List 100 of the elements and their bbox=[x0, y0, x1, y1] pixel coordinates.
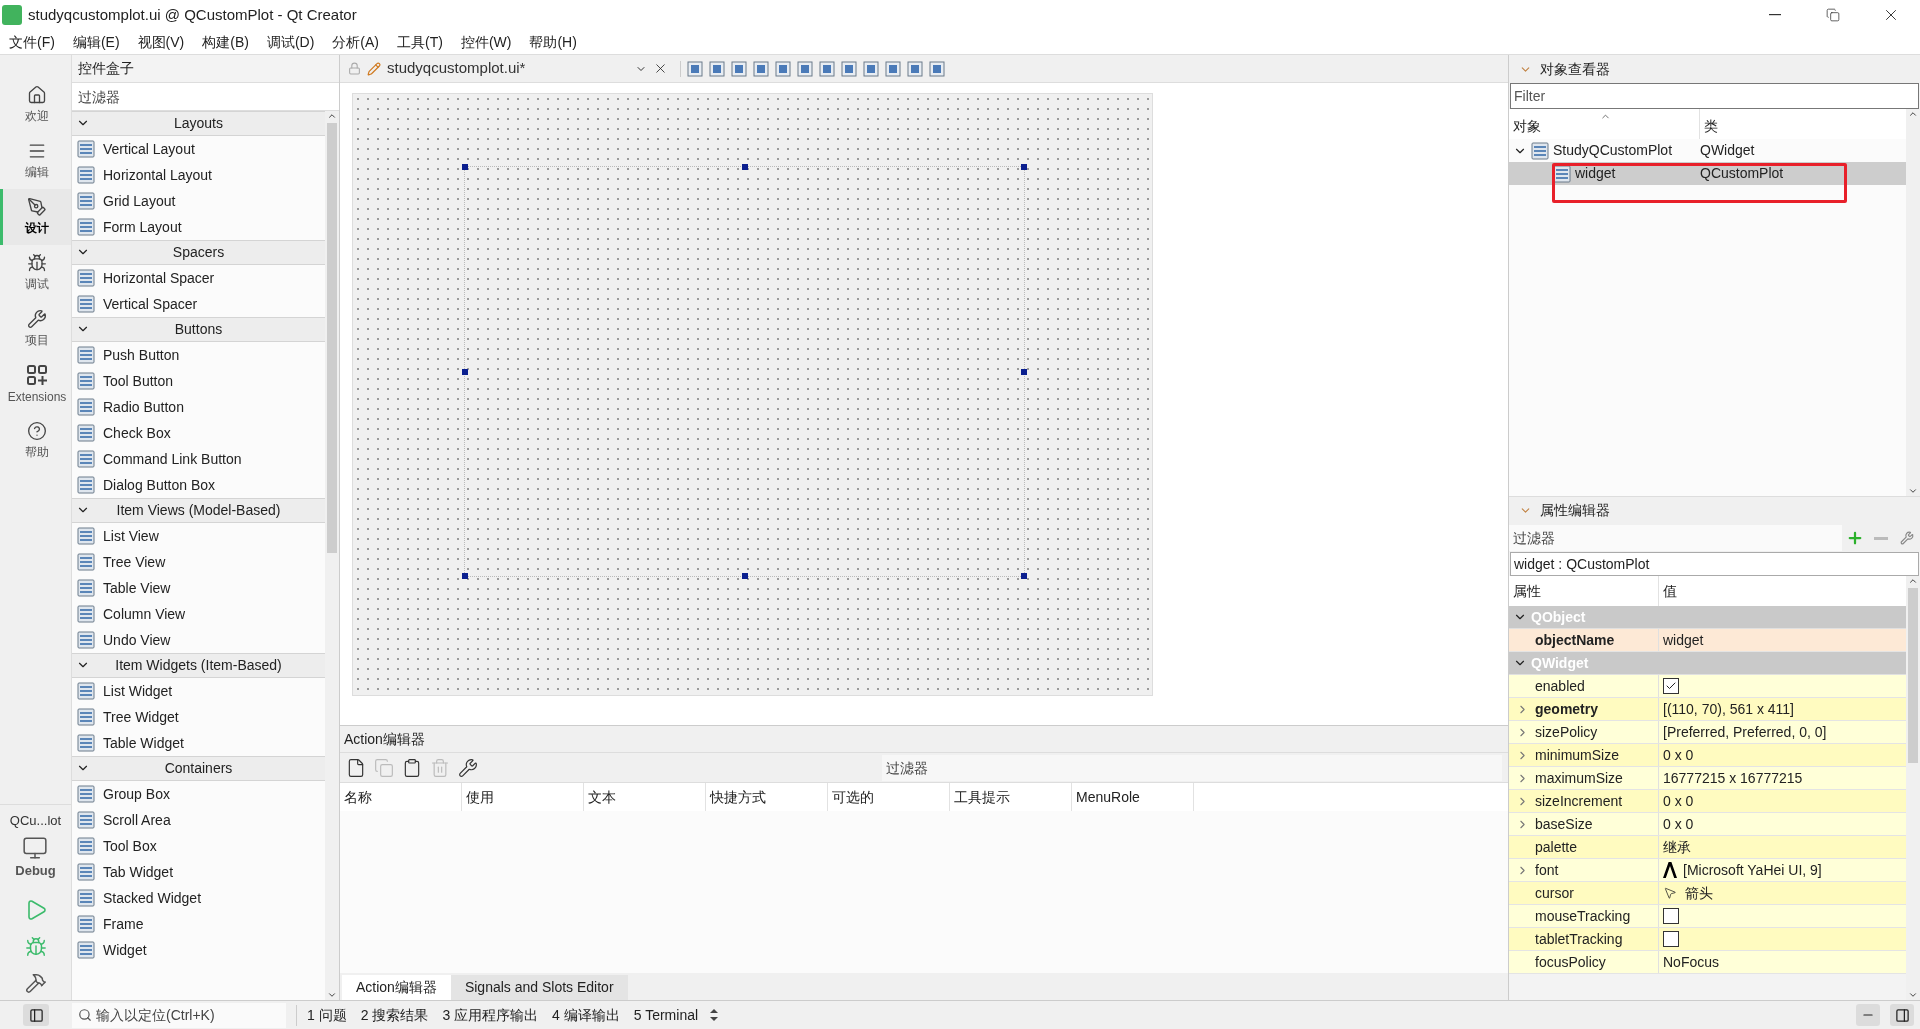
debug-run-button[interactable] bbox=[24, 936, 47, 958]
widget-list-item[interactable]: Table View bbox=[72, 575, 325, 601]
form-tool-icon[interactable] bbox=[863, 60, 879, 77]
property-value[interactable]: [Preferred, Preferred, 0, 0] bbox=[1663, 721, 1827, 743]
menu-item[interactable]: 控件(W) bbox=[451, 31, 521, 53]
property-row[interactable]: baseSize 0 x 0 bbox=[1509, 813, 1906, 836]
form-tool-icon[interactable] bbox=[709, 60, 725, 77]
scrollbar[interactable] bbox=[325, 111, 339, 1000]
widget-list-item[interactable]: Stacked Widget bbox=[72, 885, 325, 911]
scrollbar[interactable] bbox=[1906, 576, 1920, 1000]
wrench-button[interactable] bbox=[458, 757, 478, 778]
widget-list-item[interactable]: List Widget bbox=[72, 678, 325, 704]
property-row[interactable]: minimumSize 0 x 0 bbox=[1509, 744, 1906, 767]
locator-field[interactable]: 输入以定位(Ctrl+K) bbox=[72, 1002, 286, 1028]
mode-button[interactable]: 项目 bbox=[0, 301, 71, 357]
paste-button[interactable] bbox=[402, 757, 422, 778]
widget-list-item[interactable]: Horizontal Spacer bbox=[72, 265, 325, 291]
scrollbar-thumb[interactable] bbox=[327, 123, 337, 553]
property-value[interactable]: 继承 bbox=[1663, 836, 1691, 858]
property-row[interactable]: sizePolicy [Preferred, Preferred, 0, 0] bbox=[1509, 721, 1906, 744]
widget-list-item[interactable]: Table Widget bbox=[72, 730, 325, 756]
kit-selector[interactable]: Debug bbox=[15, 834, 56, 880]
property-row[interactable]: tabletTracking bbox=[1509, 928, 1906, 951]
property-row[interactable]: enabled bbox=[1509, 675, 1906, 698]
output-toggle-button[interactable] bbox=[1856, 1004, 1880, 1026]
widget-list-item[interactable]: Undo View bbox=[72, 627, 325, 653]
widget-list-item[interactable]: Command Link Button bbox=[72, 446, 325, 472]
property-value[interactable]: 箭头 bbox=[1685, 882, 1713, 904]
category-header[interactable]: Containers bbox=[72, 756, 325, 781]
widget-list-item[interactable]: List View bbox=[72, 523, 325, 549]
property-value[interactable]: [Microsoft YaHei UI, 9] bbox=[1683, 859, 1822, 881]
column-header[interactable]: 对象 bbox=[1509, 109, 1700, 139]
menu-item[interactable]: 工具(T) bbox=[388, 31, 452, 53]
property-row[interactable]: objectName widget bbox=[1509, 629, 1906, 652]
build-button[interactable] bbox=[24, 972, 47, 994]
menu-item[interactable]: 编辑(E) bbox=[63, 31, 129, 53]
form-tool-icon[interactable] bbox=[819, 60, 835, 77]
menu-item[interactable]: 分析(A) bbox=[323, 31, 388, 53]
menu-item[interactable]: 帮助(H) bbox=[520, 31, 586, 53]
new-file-button[interactable] bbox=[346, 757, 366, 778]
mode-button[interactable]: 欢迎 bbox=[0, 77, 71, 133]
mode-button[interactable]: 设计 bbox=[0, 189, 71, 245]
category-header[interactable]: Item Views (Model-Based) bbox=[72, 498, 325, 523]
form-tool-icon[interactable] bbox=[907, 60, 923, 77]
output-pane-button[interactable]: 1 问题 bbox=[307, 1004, 347, 1026]
filter-field[interactable]: Filter bbox=[1510, 83, 1919, 109]
widget-list-item[interactable]: Column View bbox=[72, 601, 325, 627]
widget-list-item[interactable]: Vertical Spacer bbox=[72, 291, 325, 317]
widget-list-item[interactable]: Tree View bbox=[72, 549, 325, 575]
widget-list-item[interactable]: Dialog Button Box bbox=[72, 472, 325, 498]
widget-list-item[interactable]: Radio Button bbox=[72, 394, 325, 420]
output-pane-button[interactable]: 3 应用程序输出 bbox=[442, 1004, 539, 1026]
form-tool-icon[interactable] bbox=[731, 60, 747, 77]
widget-list-item[interactable]: Group Box bbox=[72, 781, 325, 807]
widget-list-item[interactable]: Check Box bbox=[72, 420, 325, 446]
file-tab[interactable]: studyqcustomplot.ui* bbox=[387, 57, 647, 80]
mode-button[interactable]: 调试 bbox=[0, 245, 71, 301]
menu-item[interactable]: 构建(B) bbox=[193, 31, 258, 53]
sidebar-toggle-button[interactable] bbox=[23, 1004, 49, 1026]
widget-list-item[interactable]: Scroll Area bbox=[72, 807, 325, 833]
form-tool-icon[interactable] bbox=[929, 60, 945, 77]
property-row[interactable]: maximumSize 16777215 x 16777215 bbox=[1509, 767, 1906, 790]
output-pane-button[interactable]: 5 Terminal bbox=[633, 1004, 699, 1026]
checkbox[interactable] bbox=[1663, 678, 1679, 694]
property-row[interactable]: palette 继承 bbox=[1509, 836, 1906, 859]
category-header[interactable]: Buttons bbox=[72, 317, 325, 342]
output-pane-button[interactable]: 4 编译输出 bbox=[552, 1004, 620, 1026]
menu-item[interactable]: 视图(V) bbox=[128, 31, 194, 53]
widget-list-item[interactable]: Form Layout bbox=[72, 214, 325, 240]
resize-handle[interactable] bbox=[741, 164, 748, 170]
sidebar-toggle-button[interactable] bbox=[1890, 1004, 1914, 1026]
mode-button[interactable]: 帮助 bbox=[0, 413, 71, 469]
widget-list-item[interactable]: Tool Button bbox=[72, 368, 325, 394]
property-value[interactable]: 0 x 0 bbox=[1663, 813, 1694, 835]
form-tool-icon[interactable] bbox=[687, 60, 703, 77]
form-tool-icon[interactable] bbox=[797, 60, 813, 77]
widget-list-item[interactable]: Push Button bbox=[72, 342, 325, 368]
resize-handle[interactable] bbox=[462, 573, 468, 579]
editor-tab[interactable]: Signals and Slots Editor bbox=[450, 975, 628, 1000]
resize-handle[interactable] bbox=[462, 368, 468, 375]
menu-item[interactable]: 调试(D) bbox=[257, 31, 324, 53]
mode-button[interactable]: 编辑 bbox=[0, 133, 71, 189]
property-row[interactable]: geometry [(110, 70), 561 x 411] bbox=[1509, 698, 1906, 721]
scroll-up-icon[interactable] bbox=[327, 111, 337, 121]
scroll-down-icon[interactable] bbox=[1908, 990, 1918, 1000]
resize-handle[interactable] bbox=[1021, 368, 1027, 375]
resize-handle[interactable] bbox=[741, 573, 748, 579]
widget-list-item[interactable]: Frame bbox=[72, 911, 325, 937]
resize-handle[interactable] bbox=[462, 164, 468, 170]
close-file-button[interactable] bbox=[653, 61, 668, 76]
category-header[interactable]: Layouts bbox=[72, 111, 325, 136]
column-header[interactable]: 值 bbox=[1659, 576, 1906, 606]
scroll-up-icon[interactable] bbox=[1908, 109, 1918, 119]
tree-row[interactable]: StudyQCustomPlot QWidget bbox=[1509, 139, 1906, 162]
widget-list-item[interactable]: Tree Widget bbox=[72, 704, 325, 730]
scroll-down-icon[interactable] bbox=[327, 990, 337, 1000]
widget-list-item[interactable]: Vertical Layout bbox=[72, 136, 325, 162]
scrollbar-thumb[interactable] bbox=[1908, 588, 1918, 763]
menu-item[interactable]: 文件(F) bbox=[0, 31, 64, 53]
category-header[interactable]: Item Widgets (Item-Based) bbox=[72, 653, 325, 678]
